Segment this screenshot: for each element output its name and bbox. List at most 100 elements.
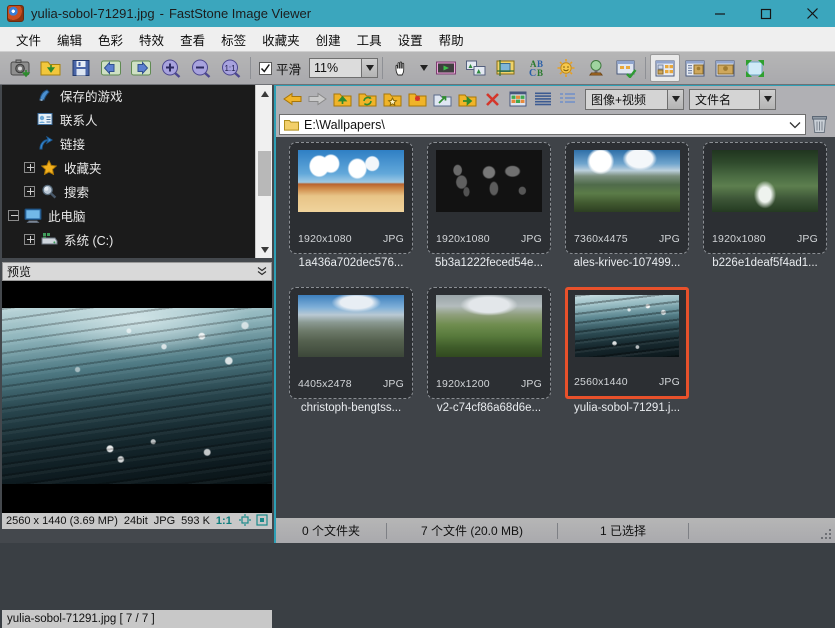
thumbnail-cell[interactable]: 7360x4475 JPG ales-krivec-107499... [558,142,696,287]
menu-effects[interactable]: 特效 [131,27,172,52]
nav-new-folder-button[interactable] [405,87,430,111]
view-mode-single-button[interactable] [710,54,740,82]
smooth-checkbox[interactable]: 平滑 [259,59,301,78]
thumbnail-cell[interactable]: 1920x1080 JPG 5b3a1222feced54e... [420,142,558,287]
actual-size-button[interactable]: 1:1 [216,54,246,82]
previous-image-button[interactable] [96,54,126,82]
view-mode-list-button[interactable] [680,54,710,82]
thumbnail-card[interactable]: 1920x1080 JPG [289,142,413,254]
menu-help[interactable]: 帮助 [431,27,472,52]
collapse-this-pc-button[interactable] [8,210,19,221]
pan-tool-dropdown[interactable] [417,54,431,82]
checkbox-box[interactable] [259,62,272,75]
thumbnail-card[interactable]: 1920x1080 JPG [427,142,551,254]
menu-tags[interactable]: 标签 [213,27,254,52]
adjust-lighting-button[interactable] [551,54,581,82]
screen-capture-button[interactable] [6,54,36,82]
minimize-button[interactable] [697,0,743,27]
thumbnail-cell-selected[interactable]: 2560x1440 JPG yulia-sobol-71291.j... [558,287,696,432]
title-separator: - [155,6,169,21]
chevron-down-icon[interactable] [789,118,801,132]
resize-grip[interactable] [820,528,832,540]
save-button[interactable] [66,54,96,82]
next-image-button[interactable] [126,54,156,82]
scroll-up-arrow[interactable] [256,85,272,102]
expand-drive-d-button[interactable] [24,258,35,259]
tree-item-favorites[interactable]: 收藏夹 [2,155,255,179]
zoom-combo[interactable]: 11% [309,58,378,78]
tree-vertical-scrollbar[interactable] [255,85,272,258]
path-input[interactable]: E:\Wallpapers\ [279,114,806,135]
nav-compact-view-button[interactable] [555,87,580,111]
expand-favorites-button[interactable] [24,162,35,173]
zoom-in-button[interactable] [156,54,186,82]
nav-refresh-button[interactable] [355,87,380,111]
thumbnail-card[interactable]: 2560x1440 JPG [565,287,689,399]
nav-detail-view-button[interactable] [530,87,555,111]
draw-text-button[interactable]: ABCB [521,54,551,82]
folder-tree[interactable]: 保存的游戏 联系人 链接 [2,85,272,258]
nav-favorites-button[interactable] [380,87,405,111]
sort-by-dropdown-arrow[interactable] [759,89,776,110]
double-chevron-down-icon[interactable] [257,265,267,279]
nav-thumbnail-view-button[interactable] [505,87,530,111]
tree-item-drive-c[interactable]: 系统 (C:) [2,227,255,251]
fit-window-icon[interactable] [239,514,251,529]
fullscreen-button[interactable] [740,54,770,82]
crop-button[interactable] [491,54,521,82]
scroll-down-arrow[interactable] [256,241,272,258]
menu-create[interactable]: 创建 [308,27,349,52]
open-folder-button[interactable] [36,54,66,82]
thumbnail-card[interactable]: 4405x2478 JPG [289,287,413,399]
filter-type-dropdown-arrow[interactable] [667,89,684,110]
tree-item-drive-d[interactable]: 软件 (D:) [2,251,255,258]
tree-item-links[interactable]: 链接 [2,131,255,155]
zoom-out-button[interactable] [186,54,216,82]
fit-screen-icon[interactable] [256,514,268,529]
nav-copy-to-button[interactable] [430,87,455,111]
tree-item-saved-games[interactable]: 保存的游戏 [2,85,255,107]
nav-forward-button[interactable] [305,87,330,111]
expand-drive-c-button[interactable] [24,234,35,245]
menu-file[interactable]: 文件 [8,27,49,52]
filter-type-combo[interactable]: 图像+视频 [585,89,684,110]
tree-item-search[interactable]: 搜索 [2,179,255,203]
pan-tool-button[interactable] [387,54,417,82]
filter-type-value[interactable]: 图像+视频 [585,89,667,110]
maximize-button[interactable] [743,0,789,27]
sort-by-value[interactable]: 文件名 [689,89,759,110]
thumbnail-cell[interactable]: 1920x1200 JPG v2-c74cf86a68d6e... [420,287,558,432]
zoom-value[interactable]: 11% [309,58,361,78]
thumbnail-cell[interactable]: 1920x1080 JPG 1a436a702dec576... [282,142,420,287]
menu-settings[interactable]: 设置 [390,27,431,52]
thumbnail-card[interactable]: 7360x4475 JPG [565,142,689,254]
zoom-dropdown-arrow[interactable] [361,58,378,78]
thumbnail-cell[interactable]: 1920x1080 JPG b226e1deaf5f4ad1... [696,142,834,287]
menu-color[interactable]: 色彩 [90,27,131,52]
menu-favorites[interactable]: 收藏夹 [254,27,308,52]
nav-move-to-button[interactable] [455,87,480,111]
close-button[interactable] [789,0,835,27]
tree-item-this-pc[interactable]: 此电脑 [2,203,255,227]
slideshow-button[interactable] [431,54,461,82]
thumbnail-browser-panel[interactable]: 1920x1080 JPG 1a436a702dec576... 1920x10… [276,137,835,518]
tree-item-contacts[interactable]: 联系人 [2,107,255,131]
recycle-bin-icon[interactable] [806,113,832,137]
scrollbar-thumb[interactable] [258,151,271,196]
sort-by-combo[interactable]: 文件名 [689,89,776,110]
nav-back-button[interactable] [280,87,305,111]
sharpen-blur-button[interactable] [581,54,611,82]
nav-delete-button[interactable] [480,87,505,111]
expand-search-button[interactable] [24,186,35,197]
preview-image-area[interactable] [2,281,272,513]
thumbnail-cell[interactable]: 4405x2478 JPG christoph-bengtss... [282,287,420,432]
thumbnail-card[interactable]: 1920x1200 JPG [427,287,551,399]
compare-images-button[interactable] [461,54,491,82]
menu-edit[interactable]: 编辑 [49,27,90,52]
view-mode-browser-button[interactable] [650,54,680,82]
select-all-button[interactable] [611,54,641,82]
thumbnail-card[interactable]: 1920x1080 JPG [703,142,827,254]
menu-tools[interactable]: 工具 [349,27,390,52]
menu-view[interactable]: 查看 [172,27,213,52]
nav-up-button[interactable] [330,87,355,111]
